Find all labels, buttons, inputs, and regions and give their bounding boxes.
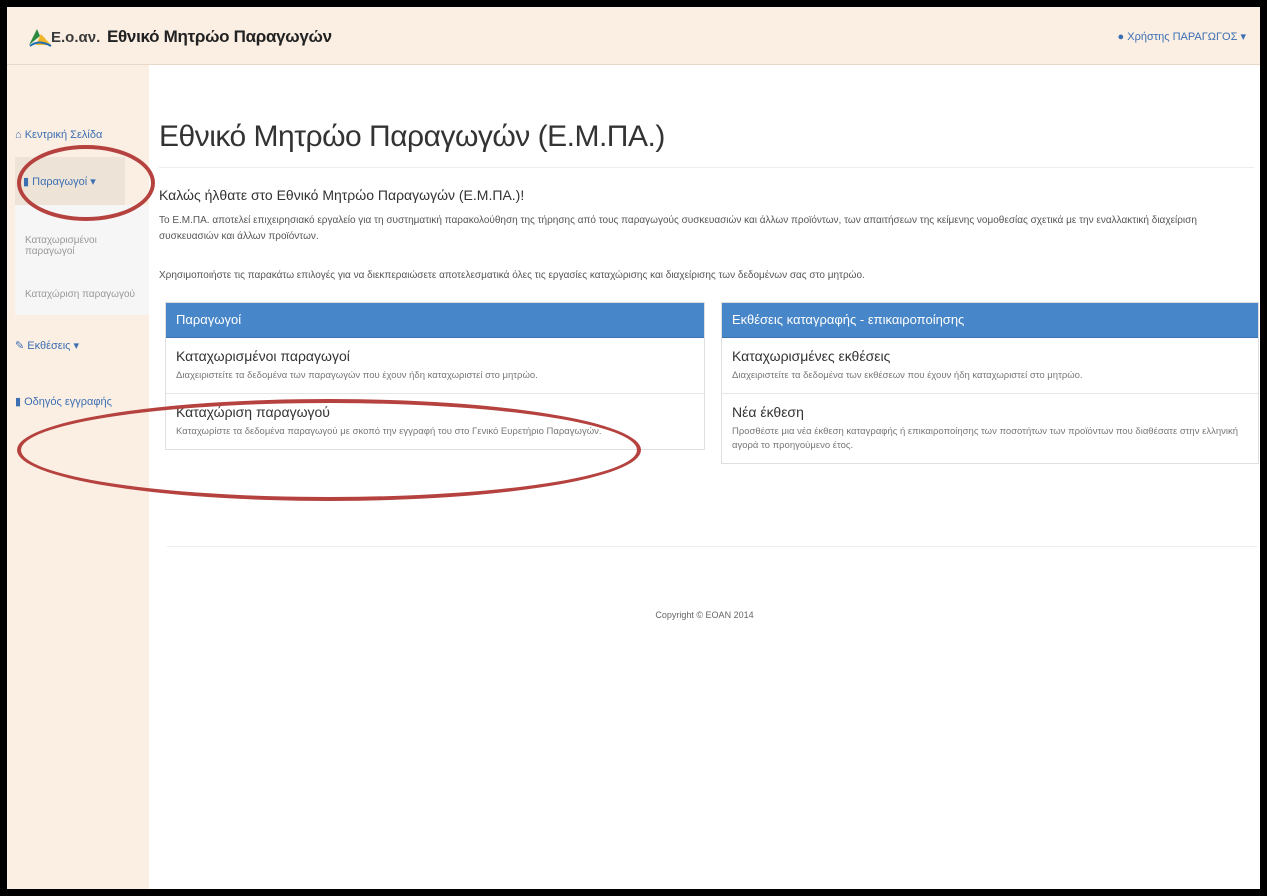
row-description: Καταχωρίστε τα δεδομένα παραγωγού με σκο…	[176, 426, 602, 437]
row-description: Διαχειριστείτε τα δεδομένα των εκθέσεων …	[732, 370, 1083, 381]
main-content: Εθνικό Μητρώο Παραγωγών (Ε.Μ.ΠΑ.) Καλώς …	[149, 65, 1260, 889]
user-menu[interactable]: ● Χρήστης ΠΑΡΑΓΩΓΟΣ ▾	[1118, 30, 1246, 43]
sidebar-item-label: Εκθέσεις	[27, 340, 71, 352]
sidebar-item-label: Καταχώριση παραγωγού	[25, 289, 135, 300]
chevron-down-icon: ▾	[1240, 31, 1246, 43]
registered-producers-link[interactable]: Καταχωρισμένοι παραγωγοί Διαχειριστείτε …	[166, 338, 704, 394]
panel-heading: Παραγωγοί	[166, 303, 704, 338]
panel-heading: Εκθέσεις καταγραφής - επικαιροποίησης	[722, 303, 1258, 338]
page-title: Εθνικό Μητρώο Παραγωγών (Ε.Μ.ΠΑ.)	[159, 120, 665, 153]
sidebar-item-registration-guide[interactable]: ▮ Οδηγός εγγραφής	[7, 395, 149, 408]
sidebar-item-register-producer[interactable]: Καταχώριση παραγωγού	[15, 289, 157, 300]
intro-text: Το Ε.Μ.ΠΑ. αποτελεί επιχειρησιακό εργαλε…	[159, 215, 1197, 242]
row-title: Καταχωρισμένες εκθέσεις	[732, 348, 891, 364]
divider	[159, 167, 1254, 168]
row-title: Νέα έκθεση	[732, 404, 804, 420]
copyright-text: Copyright © EOAN 2014	[655, 610, 754, 620]
pencil-icon: ✎	[15, 340, 25, 352]
sidebar-item-label: Παραγωγοί	[32, 176, 88, 188]
sidebar-item-producers[interactable]: ▮ Παραγωγοί ▾	[15, 175, 157, 188]
register-producer-link[interactable]: Καταχώριση παραγωγού Καταχωρίστε τα δεδο…	[166, 394, 704, 449]
sidebar-item-home[interactable]: ⌂ Κεντρική Σελίδα	[7, 129, 149, 141]
divider	[167, 546, 1257, 547]
reports-panel: Εκθέσεις καταγραφής - επικαιροποίησης Κα…	[721, 302, 1259, 464]
chevron-down-icon: ▾	[90, 176, 96, 188]
sidebar-item-label: Κεντρική Σελίδα	[24, 129, 103, 141]
instructions-text: Χρησιμοποιήστε τις παρακάτω επιλογές για…	[159, 270, 865, 281]
top-navbar: Ε.ο.αν. Εθνικό Μητρώο Παραγωγών ● Χρήστη…	[7, 7, 1260, 65]
app-window: Ε.ο.αν. Εθνικό Μητρώο Παραγωγών ● Χρήστη…	[0, 0, 1267, 896]
sidebar: ⌂ Κεντρική Σελίδα ▮ Παραγωγοί ▾ Καταχωρι…	[7, 65, 149, 889]
registered-reports-link[interactable]: Καταχωρισμένες εκθέσεις Διαχειριστείτε τ…	[722, 338, 1258, 394]
row-title: Καταχώριση παραγωγού	[176, 404, 330, 420]
book-icon: ▮	[23, 176, 30, 188]
sidebar-item-label: Καταχωρισμένοι παραγωγοί	[25, 235, 97, 257]
user-icon: ●	[1117, 31, 1125, 43]
book-icon: ▮	[15, 396, 22, 408]
sidebar-item-registered-producers[interactable]: Καταχωρισμένοι παραγωγοί	[15, 235, 149, 257]
home-icon: ⌂	[15, 129, 22, 141]
sidebar-item-label: Οδηγός εγγραφής	[24, 396, 112, 408]
brand-short[interactable]: Ε.ο.αν.	[51, 29, 100, 46]
user-menu-label: Χρήστης ΠΑΡΑΓΩΓΟΣ	[1127, 31, 1238, 43]
eoan-logo-icon[interactable]	[27, 25, 53, 49]
welcome-heading: Καλώς ήλθατε στο Εθνικό Μητρώο Παραγωγών…	[159, 187, 525, 203]
brand-title[interactable]: Εθνικό Μητρώο Παραγωγών	[107, 27, 332, 47]
row-description: Διαχειριστείτε τα δεδομένα των παραγωγών…	[176, 370, 538, 381]
row-title: Καταχωρισμένοι παραγωγοί	[176, 348, 350, 364]
row-description: Προσθέστε μια νέα έκθεση καταγραφής ή επ…	[732, 426, 1239, 451]
chevron-down-icon: ▾	[73, 340, 80, 352]
sidebar-item-reports[interactable]: ✎ Εκθέσεις ▾	[7, 339, 149, 352]
producers-panel: Παραγωγοί Καταχωρισμένοι παραγωγοί Διαχε…	[165, 302, 705, 450]
new-report-link[interactable]: Νέα έκθεση Προσθέστε μια νέα έκθεση κατα…	[722, 394, 1258, 463]
